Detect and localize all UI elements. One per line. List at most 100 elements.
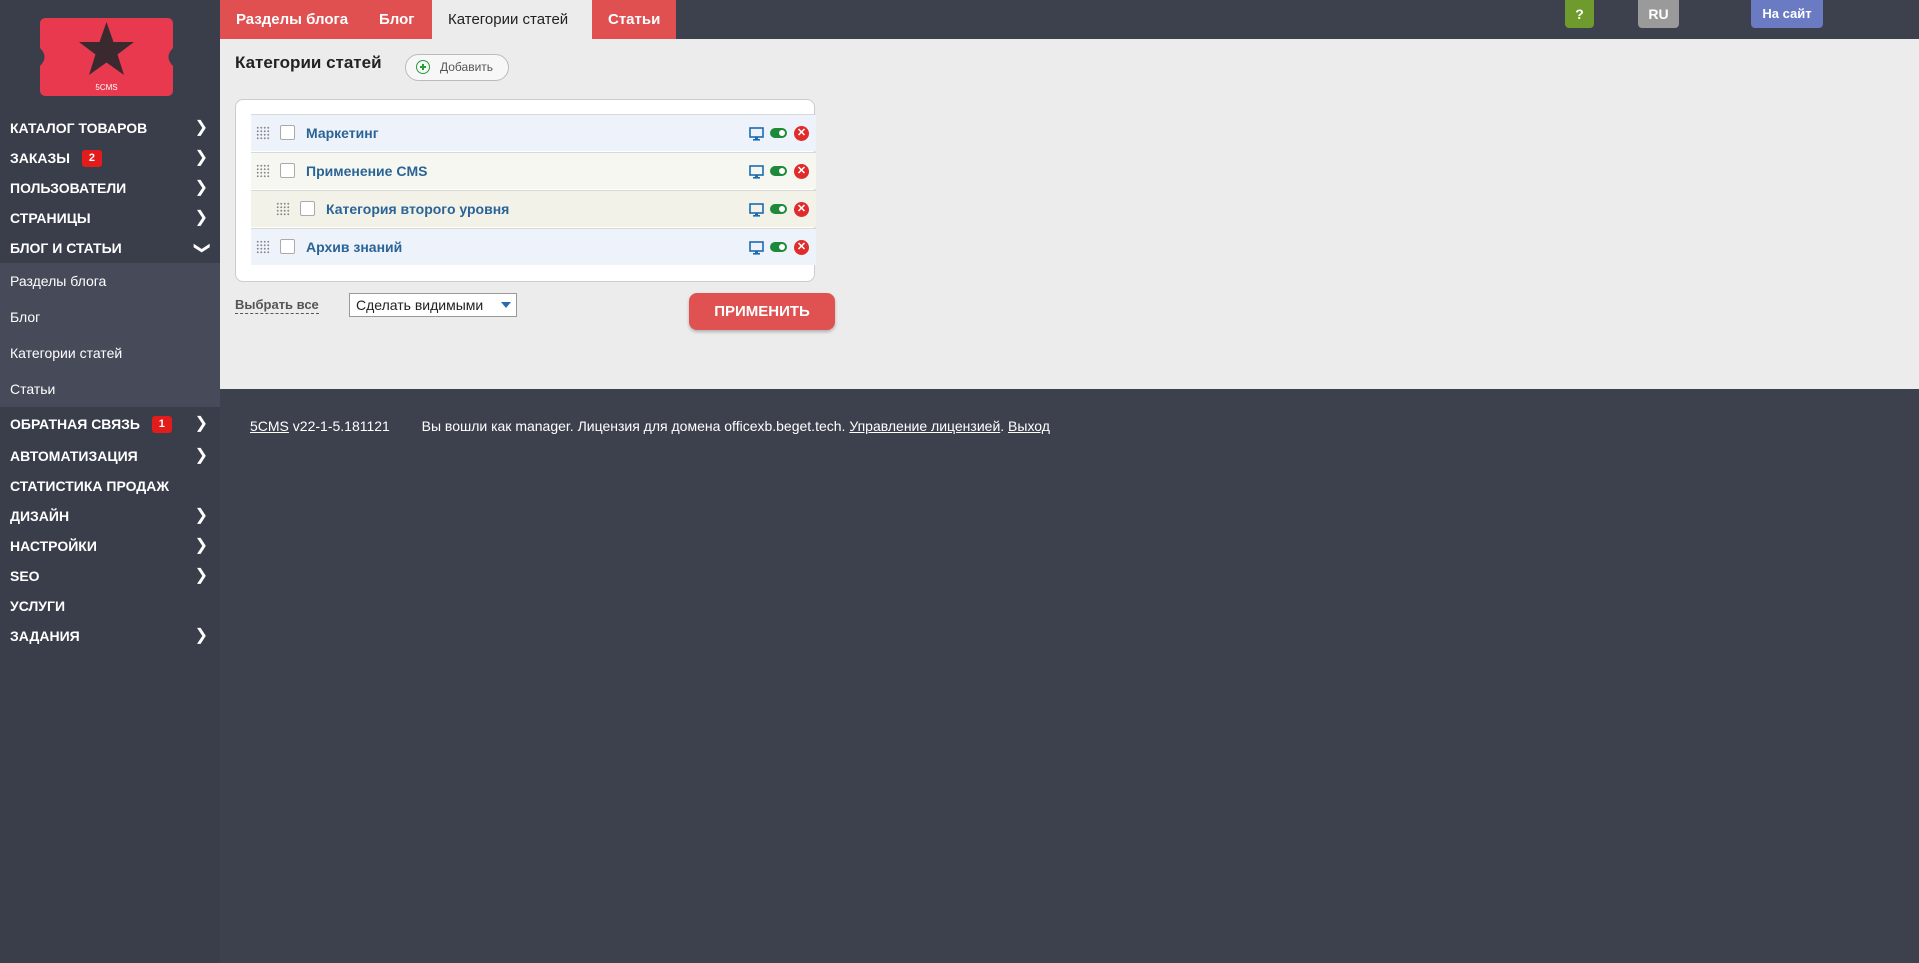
sidebar-item-automation[interactable]: АВТОМАТИЗАЦИЯ ❯ [0, 441, 220, 471]
sidebar-item-label: СТАТИСТИКА ПРОДАЖ [10, 478, 170, 494]
tab-article-categories[interactable]: Категории статей [432, 0, 594, 39]
submenu-item-articles[interactable]: Статьи [0, 371, 220, 407]
delete-icon[interactable]: ✕ [794, 164, 809, 179]
chevron-right-icon: ❯ [194, 627, 208, 644]
category-link[interactable]: Архив знаний [306, 229, 402, 266]
chevron-right-icon: ❯ [194, 415, 208, 432]
sidebar-item-pages[interactable]: СТРАНИЦЫ ❯ [0, 203, 220, 233]
apply-button[interactable]: ПРИМЕНИТЬ [689, 293, 835, 330]
sidebar-item-label: СТРАНИЦЫ [10, 210, 91, 226]
sidebar-item-label: SEO [10, 568, 40, 584]
chevron-right-icon: ❯ [194, 209, 208, 226]
sidebar-item-services[interactable]: УСЛУГИ [0, 591, 220, 621]
sidebar-item-label: БЛОГ И СТАТЬИ [10, 240, 122, 256]
toggle-on-icon[interactable] [770, 166, 787, 176]
list-item: Маркетинг ✕ [251, 114, 816, 151]
monitor-icon[interactable] [749, 165, 764, 179]
tab-blog-sections[interactable]: Разделы блога [220, 0, 366, 39]
select-all-link[interactable]: Выбрать все [235, 297, 319, 314]
chevron-right-icon: ❯ [194, 179, 208, 196]
submenu-item-article-categories[interactable]: Категории статей [0, 335, 220, 371]
monitor-icon[interactable] [749, 241, 764, 255]
footer-separator: . [1000, 418, 1005, 434]
drag-handle-icon[interactable] [256, 164, 270, 178]
category-list: Маркетинг ✕ Применение CMS ✕ Категория в… [235, 99, 816, 282]
category-link[interactable]: Маркетинг [306, 115, 379, 152]
chevron-right-icon: ❯ [194, 119, 208, 136]
orders-count-badge: 2 [81, 149, 102, 167]
caret-down-icon [501, 302, 511, 308]
go-to-site-button[interactable]: На сайт [1751, 0, 1823, 28]
top-bar: Разделы блога Блог Категории статей Стат… [220, 0, 1919, 39]
sidebar-item-users[interactable]: ПОЛЬЗОВАТЕЛИ ❯ [0, 173, 220, 203]
tab-blog[interactable]: Блог [363, 0, 432, 39]
sidebar-item-settings[interactable]: НАСТРОЙКИ ❯ [0, 531, 220, 561]
main-content: Категории статей Добавить Маркетинг ✕ Пр… [220, 39, 1919, 389]
row-checkbox[interactable] [280, 239, 295, 254]
drag-handle-icon[interactable] [256, 126, 270, 140]
login-info: Вы вошли как manager. Лицензия для домен… [421, 418, 846, 434]
delete-icon[interactable]: ✕ [794, 202, 809, 217]
sidebar-item-label: УСЛУГИ [10, 598, 66, 614]
row-checkbox[interactable] [300, 201, 315, 216]
drag-handle-icon[interactable] [276, 202, 290, 216]
list-item: Применение CMS ✕ [251, 152, 816, 189]
add-category-button[interactable]: Добавить [405, 54, 509, 81]
submenu-item-blog[interactable]: Блог [0, 299, 220, 335]
sidebar-item-label: ПОЛЬЗОВАТЕЛИ [10, 180, 127, 196]
sidebar-item-label: НАСТРОЙКИ [10, 538, 97, 554]
license-link[interactable]: Управление лицензией [849, 418, 1000, 434]
toggle-on-icon[interactable] [770, 204, 787, 214]
sidebar-item-sales-stats[interactable]: СТАТИСТИКА ПРОДАЖ [0, 471, 220, 501]
monitor-icon[interactable] [749, 127, 764, 141]
sidebar-item-label: ЗАКАЗЫ [10, 150, 71, 166]
drag-handle-icon[interactable] [256, 240, 270, 254]
logout-link[interactable]: Выход [1008, 418, 1050, 434]
sidebar-item-label: ДИЗАЙН [10, 508, 70, 524]
sidebar: 5CMS КАТАЛОГ ТОВАРОВ ❯ ЗАКАЗЫ 2 ❯ ПОЛЬЗО… [0, 0, 220, 963]
chevron-right-icon: ❯ [194, 537, 208, 554]
plus-icon [416, 60, 430, 74]
bulk-action-value: Сделать видимыми [356, 297, 484, 313]
add-button-label: Добавить [440, 60, 494, 74]
language-button[interactable]: RU [1638, 0, 1679, 28]
toggle-on-icon[interactable] [770, 128, 787, 138]
sidebar-item-label: ЗАДАНИЯ [10, 628, 80, 644]
sidebar-item-label: КАТАЛОГ ТОВАРОВ [10, 120, 148, 136]
sidebar-menu: КАТАЛОГ ТОВАРОВ ❯ ЗАКАЗЫ 2 ❯ ПОЛЬЗОВАТЕЛ… [0, 113, 220, 651]
toggle-on-icon[interactable] [770, 242, 787, 252]
row-checkbox[interactable] [280, 163, 295, 178]
sidebar-item-seo[interactable]: SEO ❯ [0, 561, 220, 591]
sidebar-item-design[interactable]: ДИЗАЙН ❯ [0, 501, 220, 531]
logo[interactable]: 5CMS [40, 18, 173, 96]
delete-icon[interactable]: ✕ [794, 126, 809, 141]
sidebar-item-label: АВТОМАТИЗАЦИЯ [10, 448, 138, 464]
sidebar-item-blog[interactable]: БЛОГ И СТАТЬИ ❯ [0, 233, 220, 263]
category-link[interactable]: Категория второго уровня [326, 191, 509, 228]
feedback-count-badge: 1 [151, 415, 172, 433]
sidebar-item-label: ОБРАТНАЯ СВЯЗЬ [10, 416, 140, 432]
bulk-action-select[interactable]: Сделать видимыми [349, 293, 517, 317]
chevron-right-icon: ❯ [194, 507, 208, 524]
sidebar-item-feedback[interactable]: ОБРАТНАЯ СВЯЗЬ 1 ❯ [0, 407, 220, 441]
help-button[interactable]: ? [1565, 0, 1594, 28]
monitor-icon[interactable] [749, 203, 764, 217]
footer: 5CMS v22-1-5.181121 Вы вошли как manager… [250, 418, 1050, 434]
chevron-right-icon: ❯ [194, 567, 208, 584]
version-text: v22-1-5.181121 [292, 418, 390, 434]
brand-link[interactable]: 5CMS [250, 418, 289, 434]
tab-articles[interactable]: Статьи [592, 0, 676, 39]
chevron-right-icon: ❯ [194, 149, 208, 166]
logo-text: 5CMS [95, 83, 117, 92]
page-title: Категории статей [235, 53, 382, 72]
submenu-item-blog-sections[interactable]: Разделы блога [0, 263, 220, 299]
blog-submenu: Разделы блога Блог Категории статей Стат… [0, 263, 220, 407]
chevron-right-icon: ❯ [194, 447, 208, 464]
delete-icon[interactable]: ✕ [794, 240, 809, 255]
row-checkbox[interactable] [280, 125, 295, 140]
sidebar-item-catalog[interactable]: КАТАЛОГ ТОВАРОВ ❯ [0, 113, 220, 143]
list-item: Категория второго уровня ✕ [251, 190, 816, 227]
sidebar-item-orders[interactable]: ЗАКАЗЫ 2 ❯ [0, 143, 220, 173]
sidebar-item-tasks[interactable]: ЗАДАНИЯ ❯ [0, 621, 220, 651]
category-link[interactable]: Применение CMS [306, 153, 427, 190]
